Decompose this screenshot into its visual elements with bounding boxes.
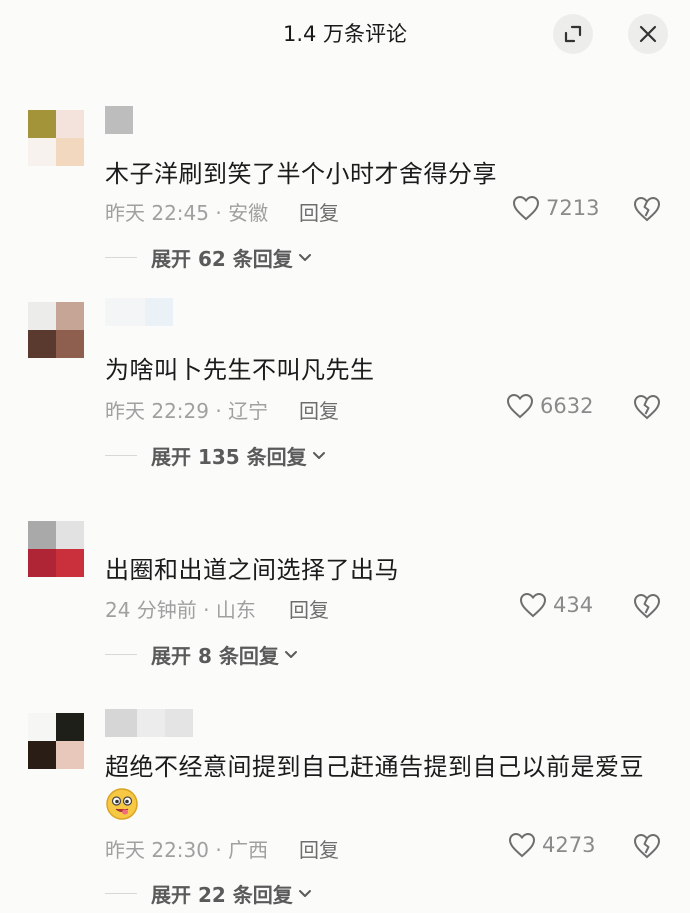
- heart-icon: [508, 832, 536, 858]
- comment-text: 超绝不经意间提到自己赶通告提到自己以前是爱豆: [105, 753, 644, 781]
- avatar[interactable]: [28, 302, 84, 358]
- expand-replies-label: 展开 22 条回复: [151, 883, 293, 907]
- divider-line: [105, 455, 137, 456]
- dislike-button[interactable]: [632, 393, 662, 425]
- like-count: 434: [553, 593, 594, 617]
- heart-icon: [506, 393, 534, 419]
- dislike-button[interactable]: [632, 832, 662, 864]
- reply-button[interactable]: 回复: [299, 197, 339, 226]
- close-icon: [639, 25, 657, 43]
- avatar[interactable]: [28, 713, 84, 769]
- dislike-button[interactable]: [632, 195, 662, 227]
- username-blurred[interactable]: [105, 709, 193, 737]
- reply-button[interactable]: 回复: [299, 834, 339, 863]
- avatar[interactable]: [28, 110, 84, 166]
- chevron-down-icon: [312, 451, 325, 459]
- divider-line: [105, 654, 137, 655]
- username-blurred[interactable]: [105, 106, 133, 134]
- heart-icon: [512, 195, 540, 221]
- comment-text: 木子洋刷到笑了半个小时才舍得分享: [105, 160, 497, 188]
- comment-time-location: 昨天 22:29 · 辽宁: [105, 399, 269, 423]
- expand-replies-button[interactable]: 展开 62 条回复: [105, 243, 313, 272]
- like-count: 6632: [540, 394, 594, 418]
- comment-time-location: 昨天 22:45 · 安徽: [105, 201, 269, 225]
- heart-icon: [519, 592, 547, 618]
- like-button[interactable]: 6632: [506, 393, 593, 419]
- divider-line: [105, 893, 137, 894]
- like-button[interactable]: 7213: [512, 195, 599, 221]
- emoji-icon: [106, 788, 138, 820]
- broken-heart-icon: [633, 593, 661, 619]
- dislike-button[interactable]: [632, 592, 662, 624]
- close-button[interactable]: [628, 14, 668, 54]
- like-count: 4273: [542, 833, 596, 857]
- comments-header: 1.4 万条评论: [0, 0, 690, 70]
- expand-replies-button[interactable]: 展开 8 条回复: [105, 640, 299, 669]
- reply-button[interactable]: 回复: [299, 395, 339, 424]
- expand-replies-button[interactable]: 展开 22 条回复: [105, 879, 313, 908]
- broken-heart-icon: [633, 196, 661, 222]
- comment-text: 出圈和出道之间选择了出马: [105, 556, 399, 584]
- like-button[interactable]: 4273: [508, 832, 595, 858]
- expand-icon: [564, 25, 582, 43]
- expand-replies-label: 展开 8 条回复: [151, 644, 279, 668]
- username-blurred[interactable]: [105, 298, 173, 326]
- expand-button[interactable]: [553, 14, 593, 54]
- chevron-down-icon: [298, 253, 311, 261]
- like-button[interactable]: 434: [519, 592, 593, 618]
- avatar[interactable]: [28, 521, 84, 577]
- comment-time-location: 24 分钟前 · 山东: [105, 598, 256, 622]
- broken-heart-icon: [633, 394, 661, 420]
- chevron-down-icon: [298, 889, 311, 897]
- expand-replies-button[interactable]: 展开 135 条回复: [105, 441, 327, 470]
- expand-replies-label: 展开 62 条回复: [151, 247, 293, 271]
- comment-text: 为啥叫卜先生不叫凡先生: [105, 356, 375, 384]
- broken-heart-icon: [633, 833, 661, 859]
- comment-time-location: 昨天 22:30 · 广西: [105, 838, 269, 862]
- divider-line: [105, 257, 137, 258]
- expand-replies-label: 展开 135 条回复: [151, 445, 307, 469]
- reply-button[interactable]: 回复: [289, 594, 329, 623]
- chevron-down-icon: [284, 650, 297, 658]
- like-count: 7213: [546, 196, 600, 220]
